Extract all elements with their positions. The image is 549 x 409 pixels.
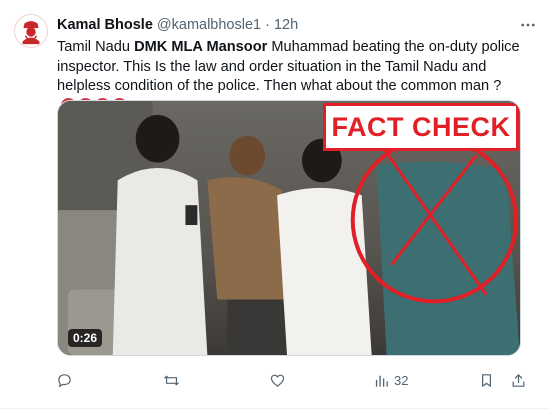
like-button[interactable]	[269, 369, 286, 391]
reply-button[interactable]	[56, 369, 73, 391]
tweet-actions: 32	[50, 369, 530, 391]
tweet-text-part1: Tamil Nadu	[57, 39, 135, 55]
tweet-text-bold: DMK MLA Mansoor	[134, 39, 268, 55]
avatar[interactable]	[14, 14, 48, 48]
retweet-button[interactable]	[163, 369, 180, 391]
author-handle[interactable]: @kamalbhosle1	[157, 17, 261, 33]
views-button[interactable]: 32	[373, 369, 408, 391]
share-button[interactable]	[510, 369, 527, 391]
author-name[interactable]: Kamal Bhosle	[57, 17, 153, 33]
more-options-icon[interactable]	[517, 15, 539, 35]
reply-icon	[58, 373, 71, 387]
video-player[interactable]: FACT CHECK 0:26	[57, 100, 521, 356]
heart-icon	[270, 374, 285, 387]
tweet-header: Kamal Bhosle @kamalbhosle1 · 12h	[57, 15, 539, 35]
video-duration: 0:26	[68, 329, 103, 347]
bookmark-button[interactable]	[478, 369, 495, 391]
share-icon	[512, 373, 525, 387]
retweet-icon	[164, 375, 179, 385]
views-chart-icon	[375, 375, 388, 387]
views-count: 32	[394, 372, 409, 388]
timestamp[interactable]: 12h	[274, 17, 298, 33]
tweet[interactable]: Kamal Bhosle @kamalbhosle1 · 12h Tamil N…	[0, 0, 549, 409]
separator-dot: ·	[265, 17, 270, 33]
bookmark-icon	[482, 373, 491, 387]
fact-check-stamp: FACT CHECK	[323, 103, 519, 151]
